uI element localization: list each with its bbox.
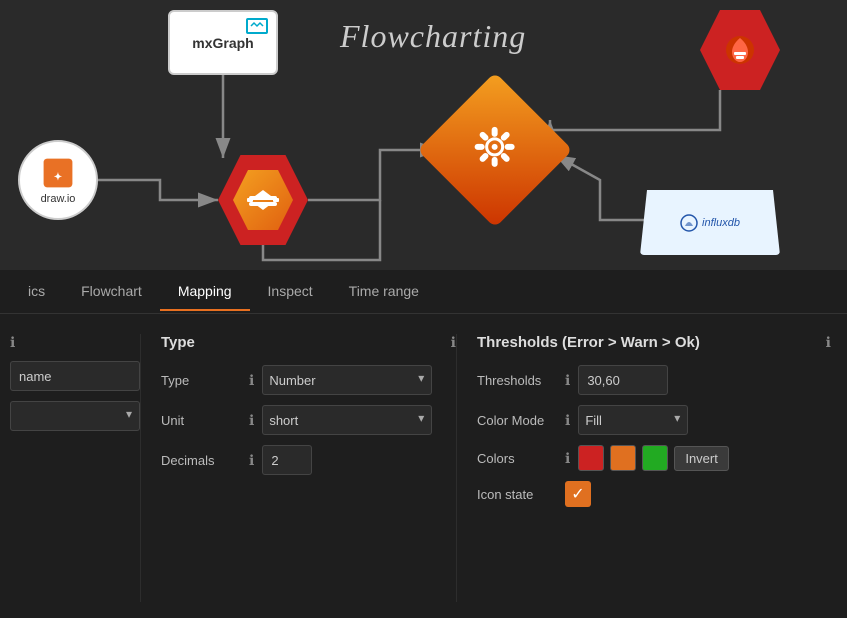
center-icon [245,182,281,218]
type-section: Type ℹ Type ℹ Number String Boolean Unit… [140,334,456,602]
flowchart-title: Flowcharting [340,18,526,55]
unit-select-wrapper: short long bytes [262,405,432,435]
icon-state-row: Icon state ✓ [477,481,831,507]
decimals-row-info[interactable]: ℹ [249,452,254,469]
colors-row: Colors ℹ Invert [477,445,831,471]
unit-row-info[interactable]: ℹ [249,412,254,429]
left-info-icon[interactable]: ℹ [10,334,15,351]
decimals-row: Decimals ℹ [161,445,456,475]
thresholds-input[interactable] [578,365,668,395]
color-mode-info[interactable]: ℹ [565,412,570,429]
colors-info-icon[interactable]: ℹ [565,450,570,467]
drawio-label: draw.io [41,193,76,205]
decimals-input[interactable] [262,445,312,475]
influxdb-label: influxdb [680,214,740,232]
thresholds-label: Thresholds [477,373,557,388]
svg-text:✦: ✦ [54,172,62,183]
color-mode-select[interactable]: Fill Text Disabled [578,405,688,435]
tabs-bar: ics Flowchart Mapping Inspect Time range [0,270,847,314]
thresholds-info-icon[interactable]: ℹ [826,334,831,351]
name-input[interactable] [10,361,140,391]
type-row: Type ℹ Number String Boolean [161,365,456,395]
checkmark-icon: ✓ [571,484,584,504]
prometheus-icon [720,30,760,70]
decimals-label: Decimals [161,453,241,468]
color-mode-row: Color Mode ℹ Fill Text Disabled [477,405,831,435]
content-area: ℹ Type ℹ Type ℹ Number String Boolean [0,314,847,618]
tab-inspect[interactable]: Inspect [250,273,331,311]
color-mode-select-wrapper: Fill Text Disabled [578,405,688,435]
color-swatch-orange[interactable] [610,445,636,471]
mxgraph-icon [246,18,268,34]
colors-label: Colors [477,451,557,466]
drawio-icon: ✦ [40,155,76,191]
type-select[interactable]: Number String Boolean [262,365,432,395]
unit-row: Unit ℹ short long bytes [161,405,456,435]
tab-flowchart[interactable]: Flowchart [63,273,160,311]
node-influxdb[interactable]: influxdb [640,190,780,255]
node-mxgraph[interactable]: mxGraph [168,10,278,75]
unit-label: Unit [161,413,241,428]
type-row-info[interactable]: ℹ [249,372,254,389]
colors-swatches: Invert [578,445,729,471]
tab-timerange[interactable]: Time range [331,273,437,311]
mxgraph-label: mxGraph [192,35,253,51]
type-label: Type [161,373,241,388]
thresholds-section-header: Thresholds (Error > Warn > Ok) ℹ [477,334,831,351]
node-prometheus[interactable] [700,10,780,90]
icon-state-checkbox[interactable]: ✓ [565,481,591,507]
type-section-title: Type [161,334,195,351]
color-swatch-red[interactable] [578,445,604,471]
thresholds-section: Thresholds (Error > Warn > Ok) ℹ Thresho… [456,334,831,602]
thresholds-section-title: Thresholds (Error > Warn > Ok) [477,334,700,351]
gear-icon [472,124,518,177]
hex-inner [233,170,293,230]
flowchart-canvas: Flowcharting ✦ draw.io mxGraph [0,0,847,270]
left-select[interactable] [10,401,140,431]
node-gear-diamond[interactable] [440,95,550,205]
icon-state-label: Icon state [477,487,557,502]
left-column: ℹ [0,334,140,602]
color-mode-label: Color Mode [477,413,557,428]
thresholds-row-info[interactable]: ℹ [565,372,570,389]
hex-outer [218,155,308,245]
color-swatch-green[interactable] [642,445,668,471]
diamond-shape [417,72,573,228]
invert-button[interactable]: Invert [674,446,729,471]
tab-mapping[interactable]: Mapping [160,273,250,311]
prometheus-hex [700,10,780,90]
node-center-hex[interactable] [218,155,308,245]
thresholds-row: Thresholds ℹ [477,365,831,395]
unit-select[interactable]: short long bytes [262,405,432,435]
left-select-wrapper [10,401,140,431]
tab-ics[interactable]: ics [10,273,63,311]
node-drawio[interactable]: ✦ draw.io [18,140,98,220]
type-section-header: Type ℹ [161,334,456,351]
type-select-wrapper: Number String Boolean [262,365,432,395]
